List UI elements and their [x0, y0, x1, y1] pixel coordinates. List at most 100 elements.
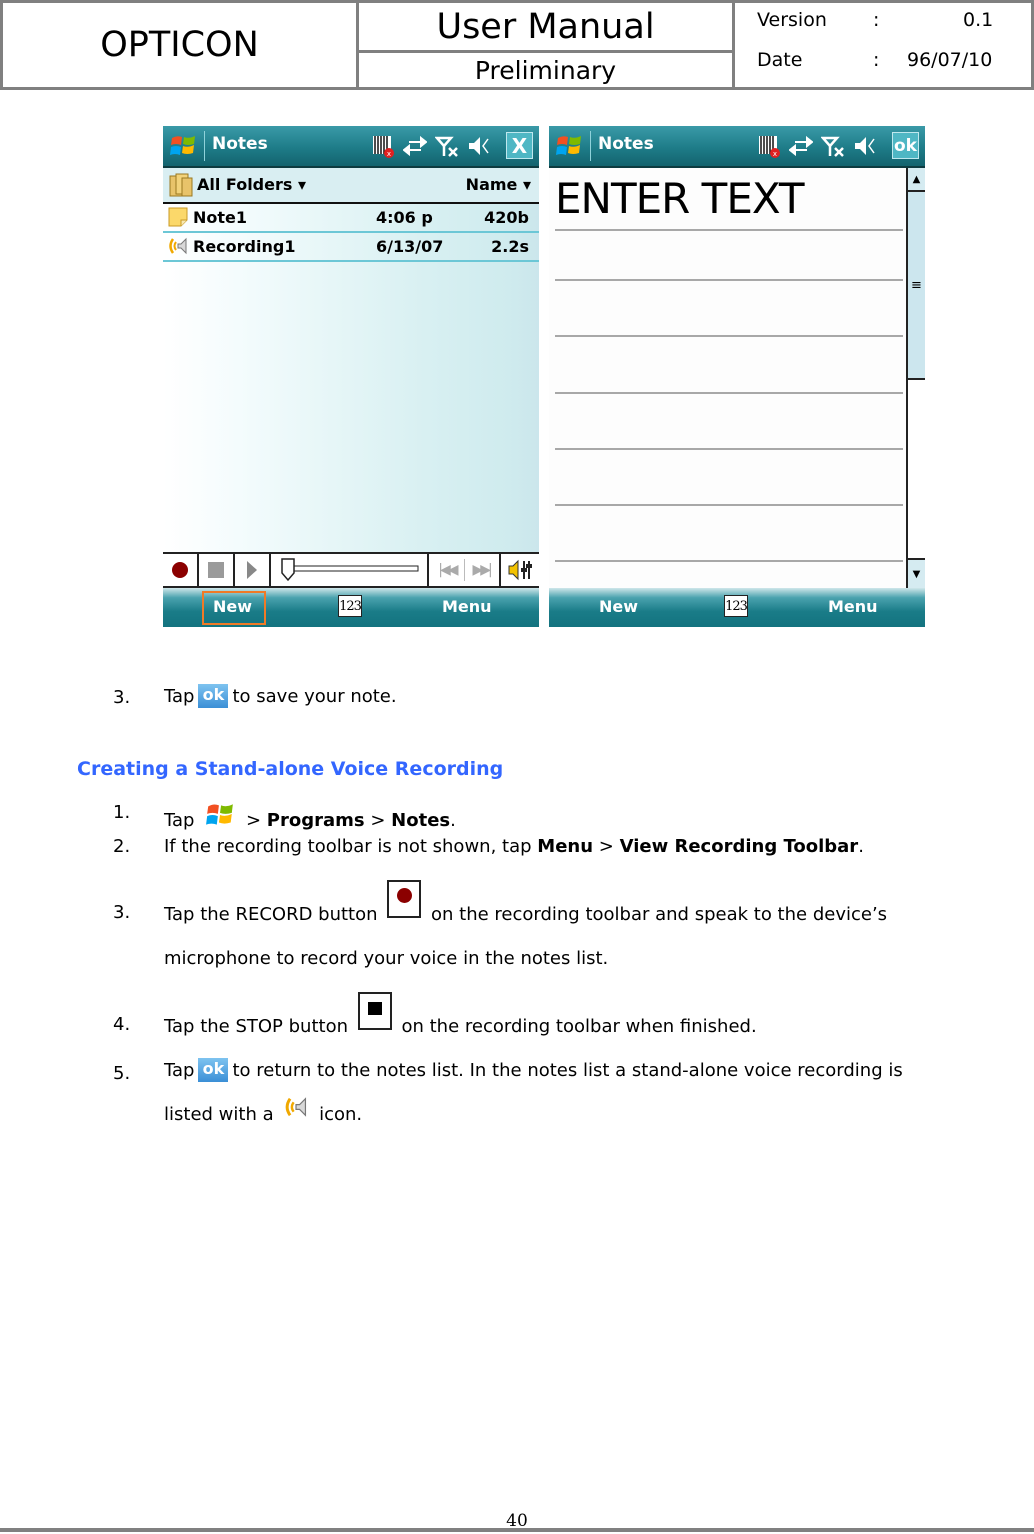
step-text-continued: microphone to record your voice in the n… [164, 948, 609, 969]
play-button[interactable] [235, 554, 271, 586]
step-text: Tap ok to return to the notes list. In the… [164, 1058, 903, 1082]
folder-dropdown[interactable]: All Folders ▾ [197, 175, 306, 194]
position-slider[interactable] [271, 554, 429, 586]
next-icon[interactable]: ▶▶| [473, 562, 493, 578]
step-text-part: Tap the STOP button [164, 1016, 348, 1037]
item-date: 6/13/07 [376, 237, 444, 256]
step-text-bold: Notes [391, 810, 451, 831]
step-text-part: Tap the RECORD button [164, 904, 378, 925]
step-text-part: . [858, 836, 864, 857]
softkey-menu[interactable]: Menu [828, 597, 878, 616]
stop-button-icon [357, 992, 392, 1030]
volume-icon[interactable] [853, 134, 877, 158]
note-editor-screenshot: Notes x ok ENTER TEXT ▲ ≡ ▼ New 123 Menu [549, 126, 925, 627]
step-number: 3. [113, 687, 131, 708]
step-text-part: listed with a [164, 1104, 274, 1125]
record-button[interactable] [163, 554, 199, 586]
item-size: 2.2s [491, 237, 529, 256]
barcode-scanner-icon[interactable]: x [371, 134, 395, 158]
arrow-up-icon: ▲ [912, 173, 921, 185]
softkey-new[interactable]: New [599, 597, 638, 616]
step-text: Tap > Programs > Notes. [164, 800, 456, 831]
grip-icon: ≡ [911, 277, 922, 293]
step-text-part: > [245, 810, 262, 831]
note-text: ENTER TEXT [555, 174, 805, 223]
close-button[interactable]: X [506, 132, 533, 159]
document-status: Preliminary [359, 53, 735, 87]
ruled-line [555, 448, 903, 450]
step-text-bold: View Recording Toolbar [619, 836, 859, 857]
scroll-down-button[interactable]: ▼ [908, 558, 925, 588]
input-panel-button[interactable]: 123 [724, 595, 748, 617]
signal-off-icon[interactable] [821, 134, 845, 158]
volume-button[interactable] [501, 554, 539, 586]
step-text-part: to save your note. [232, 686, 397, 707]
softkey-menu[interactable]: Menu [442, 597, 492, 616]
notes-list-screenshot: Notes x X All Folders ▾ Name ▾ Note1 4:0… [163, 126, 539, 627]
sort-label: Name [465, 175, 518, 194]
step-text-bold: Programs [266, 810, 365, 831]
step-text-part: If the recording toolbar is not shown, t… [164, 836, 532, 857]
skip-divider [463, 559, 465, 581]
folder-bar: All Folders ▾ Name ▾ [163, 168, 539, 204]
item-name: Note1 [193, 208, 248, 227]
version-value: 0.1 [963, 9, 994, 31]
connectivity-icon[interactable] [789, 134, 813, 158]
step-number: 1. [113, 802, 131, 823]
windows-start-icon[interactable] [555, 132, 583, 160]
input-panel-button[interactable]: 123 [338, 595, 362, 617]
step-number: 2. [113, 836, 131, 857]
ruled-line [555, 335, 903, 337]
previous-icon[interactable]: |◀◀ [438, 562, 458, 578]
date-value: 96/07/10 [907, 49, 993, 71]
list-item[interactable]: Note1 4:06 p 420b [163, 204, 539, 233]
document-header: OPTICON User Manual Preliminary Version … [0, 0, 1034, 90]
ruled-line [555, 279, 903, 281]
sort-dropdown[interactable]: Name ▾ [466, 175, 531, 194]
folder-label: All Folders [197, 175, 293, 194]
signal-off-icon[interactable] [435, 134, 459, 158]
step-text-part: > [598, 836, 614, 857]
ruled-line [555, 560, 903, 562]
volume-icon[interactable] [467, 134, 491, 158]
windows-start-icon[interactable] [169, 132, 197, 160]
slider-track [281, 558, 419, 582]
list-item[interactable]: Recording1 6/13/07 2.2s [163, 233, 539, 262]
step-text: Tap ok to save your note. [164, 684, 397, 708]
ok-icon: ok [198, 684, 229, 708]
notes-list: Note1 4:06 p 420b Recording1 6/13/07 2.2… [163, 204, 539, 552]
slider-thumb [281, 558, 295, 582]
barcode-scanner-icon[interactable]: x [757, 134, 781, 158]
softkey-new[interactable]: New [213, 597, 252, 616]
step-number: 5. [113, 1063, 131, 1084]
skip-buttons: |◀◀ ▶▶| [429, 554, 501, 586]
stop-button[interactable] [199, 554, 235, 586]
step-text-part: icon. [319, 1104, 363, 1125]
scroll-up-button[interactable]: ▲ [908, 168, 925, 192]
note-icon [168, 207, 188, 227]
chevron-down-icon: ▾ [522, 175, 531, 194]
version-label: Version [757, 9, 827, 31]
item-date: 4:06 p [376, 208, 433, 227]
voice-recording-icon [286, 1097, 307, 1117]
item-size: 420b [484, 208, 529, 227]
volume-slider-icon [508, 559, 532, 581]
scroll-thumb[interactable]: ≡ [908, 192, 925, 380]
step-text: If the recording toolbar is not shown, t… [164, 836, 864, 857]
vertical-scrollbar[interactable]: ▲ ≡ ▼ [906, 168, 925, 588]
connectivity-icon[interactable] [403, 134, 427, 158]
title-bar: Notes x X [163, 126, 539, 168]
ok-button[interactable]: ok [892, 132, 919, 159]
step-number: 3. [113, 902, 131, 923]
svg-text:x: x [387, 150, 391, 158]
chevron-down-icon: ▾ [297, 175, 307, 194]
folder-icon [169, 173, 193, 197]
step-text-part: Tap [164, 686, 195, 707]
title-separator [590, 131, 591, 161]
app-title: Notes [598, 134, 654, 154]
step-text: Tap the STOP button on the recording too… [164, 992, 757, 1037]
record-icon [397, 888, 413, 903]
note-text-area[interactable]: ENTER TEXT [549, 168, 905, 588]
windows-start-icon [206, 804, 234, 825]
item-name: Recording1 [193, 237, 296, 256]
